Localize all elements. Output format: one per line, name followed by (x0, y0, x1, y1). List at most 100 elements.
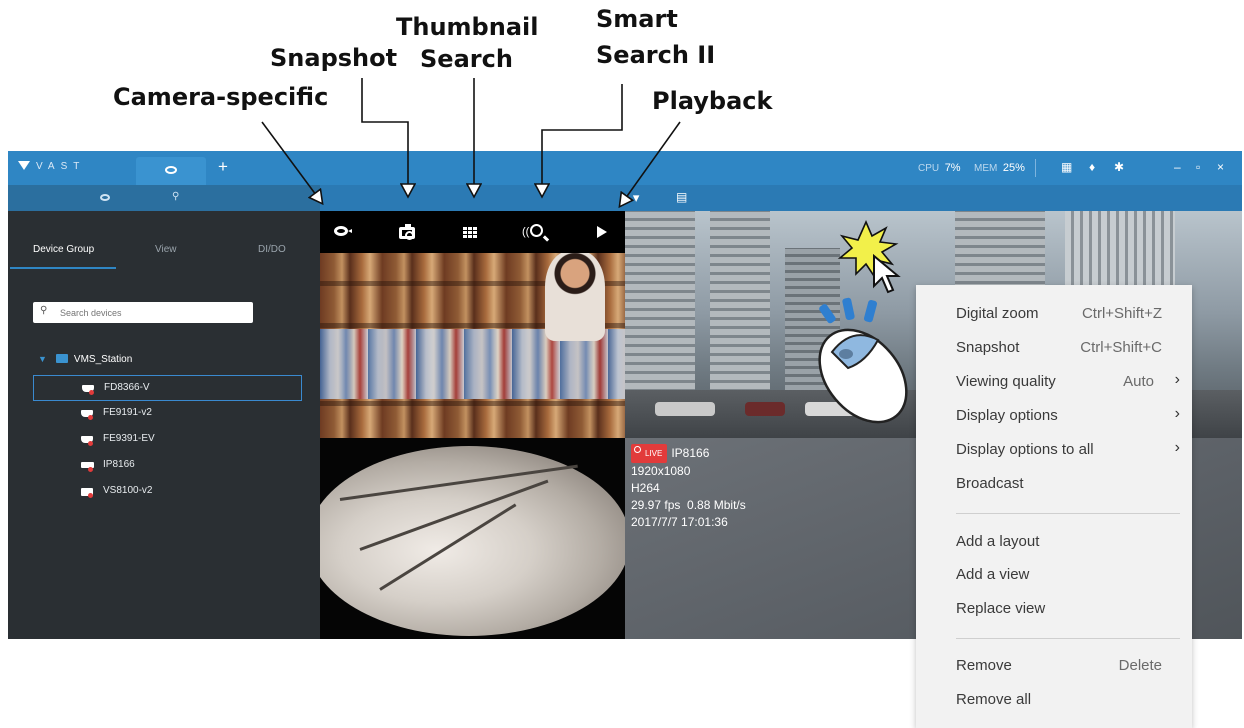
cpu-value: 7% (944, 162, 961, 174)
menu-item-broadcast[interactable]: Broadcast (916, 467, 1192, 501)
menu-shortcut: Delete (1118, 657, 1162, 674)
menu-label: Add a view (956, 566, 1030, 583)
device-item[interactable]: FE9191-v2 (33, 401, 302, 427)
device-search: ⚲ (33, 302, 253, 323)
mem-value: 25% (1002, 162, 1025, 174)
mouse-illustration (818, 297, 908, 424)
active-tab-indicator (10, 267, 116, 269)
osd-resolution: 1920x1080 (631, 464, 691, 478)
callout-playback: Playback (652, 87, 773, 115)
menu-label: Remove (956, 657, 1012, 674)
person (545, 251, 605, 341)
sidebar-mode-bar: ⚲ (8, 185, 320, 211)
search-icon: ⚲ (40, 305, 48, 316)
video-osd: LIVE IP8166 1920x1080 H264 29.97 fps 0.88… (631, 444, 746, 531)
chevron-right-icon: › (1174, 371, 1180, 388)
device-name: FE9391-EV (103, 433, 155, 444)
search-mode-icon[interactable]: ⚲ (172, 191, 179, 202)
osd-rate: 29.97 fps 0.88 Mbit/s (631, 498, 746, 512)
device-item[interactable]: VS8100-v2 (33, 479, 302, 505)
menu-item-replace-view[interactable]: Replace view (916, 592, 1192, 626)
tab-liveview[interactable] (136, 157, 206, 185)
tab-device-group[interactable]: Device Group (33, 244, 94, 255)
sub-toolbar: ⚲ ▲▾ ▤ (8, 185, 1242, 211)
video-tile-fisheye[interactable] (320, 438, 625, 639)
bell-icon[interactable]: ♦ (1089, 161, 1095, 174)
osd-codec: H264 (631, 481, 660, 495)
device-item[interactable]: FD8366-V (33, 375, 302, 401)
menu-item-add-layout[interactable]: Add a layout (916, 525, 1192, 559)
menu-label: Display options (956, 407, 1058, 424)
chevron-right-icon: › (1174, 439, 1180, 456)
device-name: FE9191-v2 (103, 407, 152, 418)
vast-logo-icon (18, 161, 30, 170)
playback-button[interactable] (592, 222, 614, 242)
callout-snapshot: Snapshot (270, 44, 398, 72)
menu-item-viewing-quality[interactable]: Viewing quality Auto › (916, 365, 1192, 399)
device-name: VS8100-v2 (103, 485, 153, 496)
menu-shortcut: Ctrl+Shift+C (1080, 339, 1162, 356)
callout-camera-specific: Camera-specific (113, 83, 329, 111)
minimize-button[interactable]: – (1174, 161, 1181, 174)
menu-item-snapshot[interactable]: Snapshot Ctrl+Shift+C (916, 331, 1192, 365)
callout-smart-search-line2: Search II (596, 41, 716, 69)
play-icon (597, 226, 607, 238)
tab-di-do[interactable]: DI/DO (258, 244, 286, 255)
expand-caret-icon[interactable]: ▼ (38, 354, 47, 364)
status-dot-icon (88, 467, 93, 472)
menu-label: Snapshot (956, 339, 1020, 356)
app-grid-icon[interactable]: ▦ (1061, 161, 1072, 174)
car (655, 402, 715, 416)
camera-specific-button[interactable] (332, 222, 354, 242)
menu-value: Auto (1123, 373, 1154, 390)
layout-icon[interactable]: ▲▾ (620, 190, 639, 206)
device-item[interactable]: FE9391-EV (33, 427, 302, 453)
menu-item-display-options[interactable]: Display options › (916, 399, 1192, 433)
sidebar: Device Group View DI/DO ⚲ ▼ VMS_Station F… (8, 211, 320, 639)
live-mode-icon[interactable] (100, 194, 110, 201)
menu-item-add-view[interactable]: Add a view (916, 558, 1192, 592)
cpu-label: CPU (918, 163, 940, 174)
tree-node-vms-station[interactable]: ▼ VMS_Station (38, 354, 132, 365)
menu-separator (956, 638, 1180, 639)
menu-separator (956, 513, 1180, 514)
snapshot-button[interactable] (396, 222, 418, 242)
wave-icon: (( (522, 226, 530, 238)
status-dot-icon (89, 390, 94, 395)
folder-icon (55, 354, 68, 363)
camera-toolbar: (( (320, 211, 625, 253)
menu-label: Broadcast (956, 475, 1024, 492)
mem-usage: MEM 25% (974, 162, 1025, 174)
device-name: FD8366-V (104, 382, 150, 393)
device-item[interactable]: IP8166 (33, 453, 302, 479)
menu-label: Display options to all (956, 441, 1094, 458)
menu-label: Viewing quality (956, 373, 1056, 390)
logo-text: VAST (36, 161, 86, 172)
close-button[interactable]: × (1217, 161, 1224, 174)
cpu-usage: CPU 7% (918, 162, 961, 174)
chevron-right-icon: › (1174, 405, 1180, 422)
menu-label: Remove all (956, 691, 1032, 708)
gear-icon[interactable]: ✱ (1114, 161, 1124, 174)
mem-label: MEM (974, 163, 998, 174)
menu-label: Replace view (956, 600, 1046, 617)
status-dot-icon (88, 415, 93, 420)
menu-item-remove-all[interactable]: Remove all (916, 683, 1192, 717)
menu-item-remove[interactable]: Remove Delete (916, 649, 1192, 683)
menu-item-display-options-to-all[interactable]: Display options to all › (916, 433, 1192, 467)
thumbnail-search-button[interactable] (460, 222, 482, 242)
car (745, 402, 785, 416)
osd-camera-name: IP8166 (671, 446, 710, 460)
menu-item-digital-zoom[interactable]: Digital zoom Ctrl+Shift+Z (916, 297, 1192, 331)
tree-root-label: VMS_Station (73, 354, 133, 365)
tab-view[interactable]: View (155, 244, 177, 255)
search-input[interactable] (60, 305, 240, 320)
eye-icon (165, 166, 177, 174)
magnifier-icon (530, 224, 543, 237)
stream-icon[interactable]: ▤ (676, 190, 687, 204)
maximize-button[interactable]: ▫ (1196, 161, 1200, 174)
shelf (320, 401, 625, 406)
add-tab-button[interactable]: + (218, 157, 228, 177)
smart-search-button[interactable]: (( (522, 222, 548, 242)
vast-logo: VAST (18, 161, 85, 172)
